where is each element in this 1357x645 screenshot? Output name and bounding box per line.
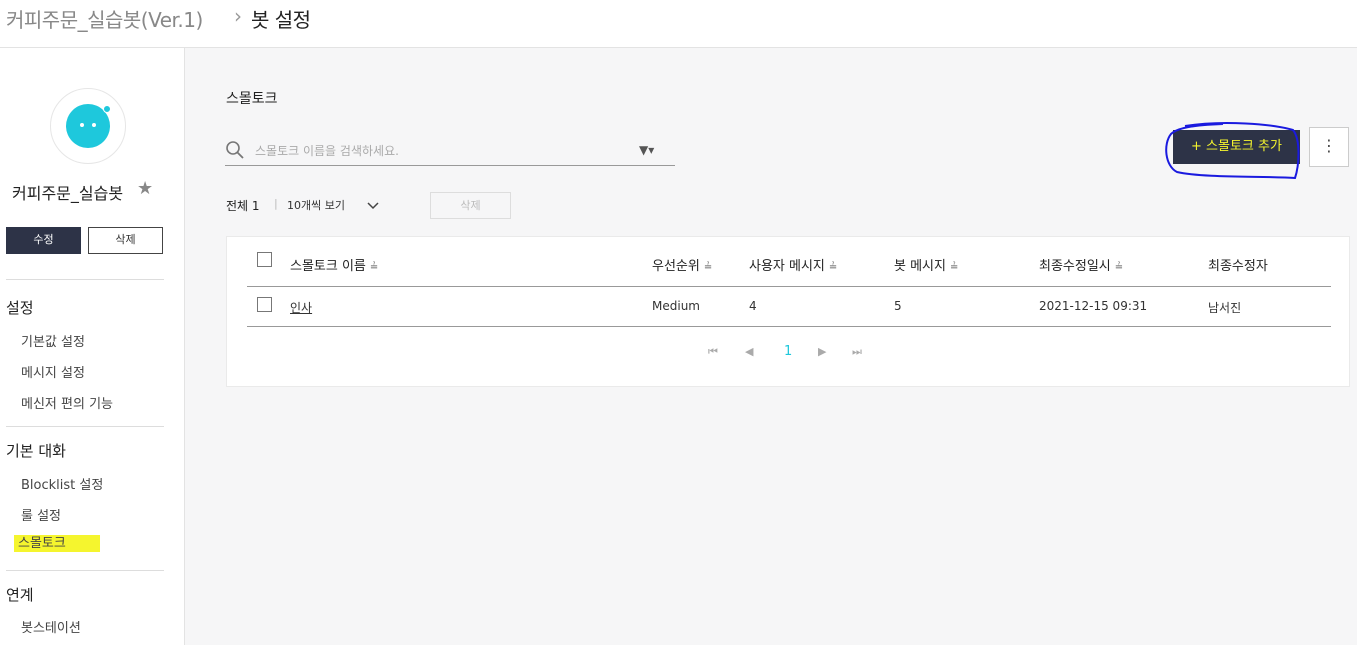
sidebar-item-blocklist[interactable]: Blocklist 설정 [21, 474, 103, 493]
header-name[interactable]: 스몰토크 이름 ≟ [290, 255, 378, 274]
search-bar: ▼▾ [225, 136, 675, 166]
select-all-checkbox[interactable] [257, 252, 272, 267]
total-separator: | [274, 197, 278, 210]
section-title-integration: 연계 [6, 586, 34, 604]
status-dot-icon [103, 105, 111, 113]
delete-bot-button[interactable]: 삭제 [88, 227, 163, 254]
row-user-messages: 4 [749, 299, 757, 313]
eye-icon [92, 123, 96, 127]
row-modified-date: 2021-12-15 09:31 [1039, 299, 1148, 313]
table-row[interactable]: 인사 Medium 4 5 2021-12-15 09:31 남서진 [247, 287, 1331, 327]
divider [6, 426, 164, 427]
delete-selected-button[interactable]: 삭제 [430, 192, 511, 219]
breadcrumb-separator: › [234, 4, 242, 28]
eye-icon [80, 123, 84, 127]
breadcrumb-current: 봇 설정 [251, 8, 311, 32]
row-modifier: 남서진 [1208, 301, 1242, 315]
row-priority: Medium [652, 299, 700, 313]
search-input[interactable] [255, 142, 635, 160]
sidebar-item-default-settings[interactable]: 기본값 설정 [21, 331, 85, 350]
filter-icon[interactable]: ▼▾ [639, 143, 654, 157]
sidebar-item-messenger-features[interactable]: 메신저 편의 기능 [21, 393, 113, 412]
bot-avatar [50, 88, 126, 164]
header-modifier: 최종수정자 [1208, 259, 1268, 274]
sidebar-item-botstation[interactable]: 봇스테이션 [21, 617, 81, 636]
divider [6, 570, 164, 571]
divider [6, 279, 164, 280]
next-page-icon[interactable]: ▶ [818, 345, 826, 358]
sidebar: 커피주문_실습봇 ★ 수정 삭제 설정 기본값 설정 메시지 설정 메신저 편의… [0, 48, 185, 645]
section-title-settings: 설정 [6, 299, 34, 317]
header-user-messages-label: 사용자 메시지 [749, 259, 825, 274]
prev-page-icon[interactable]: ◀ [745, 345, 753, 358]
chevron-down-icon[interactable] [366, 199, 380, 213]
sort-icon[interactable]: ≟ [370, 262, 378, 273]
header-priority[interactable]: 우선순위 ≟ [652, 255, 712, 274]
star-icon[interactable]: ★ [137, 178, 153, 199]
sort-icon[interactable]: ≟ [704, 262, 712, 273]
row-bot-messages: 5 [894, 299, 902, 313]
header-priority-label: 우선순위 [652, 259, 700, 274]
search-icon [226, 141, 244, 159]
sidebar-item-message-settings[interactable]: 메시지 설정 [21, 362, 85, 381]
breadcrumb-bot[interactable]: 커피주문_실습봇(Ver.1) [6, 4, 203, 33]
sidebar-item-rules[interactable]: 룰 설정 [21, 505, 61, 524]
row-name-link[interactable]: 인사 [290, 299, 312, 316]
table-header: 스몰토크 이름 ≟ 우선순위 ≟ 사용자 메시지 ≟ 봇 메시지 ≟ 최종수정일시 ≟ 최… [247, 247, 1331, 287]
header-modified-date-label: 최종수정일시 [1039, 259, 1111, 274]
total-count: 전체 1 [226, 199, 260, 213]
annotation-circle [1165, 122, 1300, 180]
more-options-button[interactable]: ⋮ [1309, 127, 1349, 167]
pagination: ⏮ ◀ 1 ▶ ⏭ [227, 344, 1351, 365]
header-bot-messages[interactable]: 봇 메시지 ≟ [894, 255, 958, 274]
page-title: 스몰토크 [226, 91, 278, 107]
per-page-select[interactable]: 10개씩 보기 [287, 197, 345, 213]
main-content: 스몰토크 ▼▾ + 스몰토크 추가 ⋮ 전체 1 | 10개씩 보기 삭제 스몰… [185, 48, 1357, 645]
header-bot-messages-label: 봇 메시지 [894, 259, 946, 274]
sort-icon[interactable]: ≟ [1115, 262, 1123, 273]
smalltalk-table: 스몰토크 이름 ≟ 우선순위 ≟ 사용자 메시지 ≟ 봇 메시지 ≟ 최종수정일시 ≟ 최… [226, 236, 1350, 387]
header-modified-date[interactable]: 최종수정일시 ≟ [1039, 255, 1123, 274]
page-number-current[interactable]: 1 [784, 344, 792, 359]
sort-icon[interactable]: ≟ [829, 262, 837, 273]
top-bar: 커피주문_실습봇(Ver.1) › 봇 설정 [0, 0, 1357, 48]
sidebar-item-smalltalk[interactable]: 스몰토크 [14, 535, 100, 552]
bot-name: 커피주문_실습봇 [12, 184, 124, 203]
edit-button[interactable]: 수정 [6, 227, 81, 254]
header-user-messages[interactable]: 사용자 메시지 ≟ [749, 255, 837, 274]
first-page-icon[interactable]: ⏮ [708, 345, 718, 359]
row-checkbox[interactable] [257, 297, 272, 312]
section-title-basic-dialog: 기본 대화 [6, 442, 66, 460]
header-name-label: 스몰토크 이름 [290, 259, 366, 274]
sort-icon[interactable]: ≟ [950, 262, 958, 273]
last-page-icon[interactable]: ⏭ [852, 345, 862, 359]
